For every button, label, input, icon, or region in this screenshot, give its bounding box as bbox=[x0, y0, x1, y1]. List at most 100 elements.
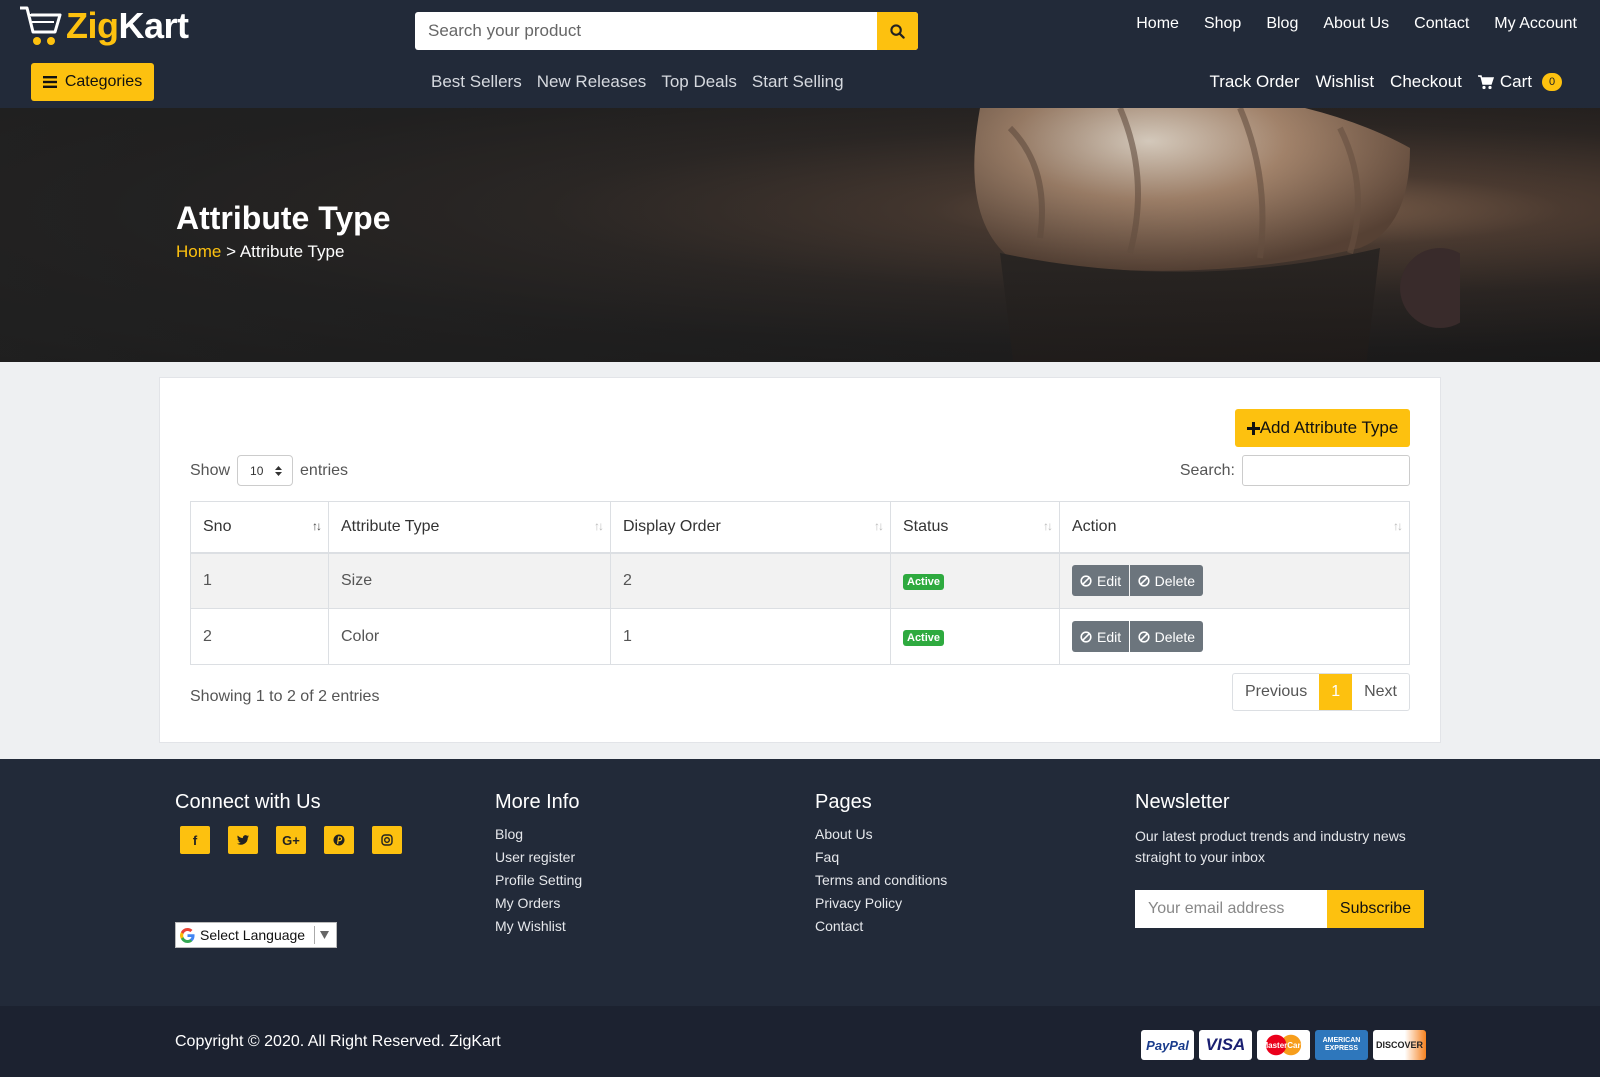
cell-action: Edit Delete bbox=[1059, 608, 1410, 665]
pagination-previous[interactable]: Previous bbox=[1233, 674, 1319, 710]
table-row: 1 Size 2 Active Edit Delete bbox=[190, 552, 1410, 609]
footer-link-about-us[interactable]: About Us bbox=[815, 826, 947, 842]
ban-icon bbox=[1080, 575, 1092, 587]
paypal-card-icon: PayPal bbox=[1141, 1030, 1194, 1060]
cell-sno: 2 bbox=[190, 608, 329, 665]
footer-link-contact[interactable]: Contact bbox=[815, 918, 947, 934]
edit-button[interactable]: Edit bbox=[1072, 565, 1130, 597]
nav-my-account[interactable]: My Account bbox=[1494, 15, 1577, 33]
table-search-input[interactable] bbox=[1242, 455, 1410, 486]
nav-shop[interactable]: Shop bbox=[1204, 15, 1241, 33]
nav-start-selling[interactable]: Start Selling bbox=[752, 72, 844, 92]
categories-button[interactable]: Categories bbox=[31, 63, 154, 101]
mastercard-card-icon: MasterCard bbox=[1257, 1030, 1310, 1060]
footer-bottom-bar: Copyright © 2020. All Right Reserved. Zi… bbox=[0, 1006, 1600, 1077]
footer-newsletter: Newsletter Our latest product trends and… bbox=[1135, 791, 1425, 928]
nav-home[interactable]: Home bbox=[1136, 15, 1179, 33]
footer-link-blog[interactable]: Blog bbox=[495, 826, 582, 842]
nav-about-us[interactable]: About Us bbox=[1323, 15, 1389, 33]
search-button[interactable] bbox=[877, 12, 918, 50]
delete-button[interactable]: Delete bbox=[1129, 565, 1204, 597]
nav-wishlist[interactable]: Wishlist bbox=[1315, 72, 1374, 92]
table-row: 2 Color 1 Active Edit Delete bbox=[190, 608, 1410, 665]
discover-card-icon: DISCOVER bbox=[1373, 1030, 1426, 1060]
nav-contact[interactable]: Contact bbox=[1414, 15, 1469, 33]
nav-best-sellers[interactable]: Best Sellers bbox=[431, 72, 522, 92]
sort-asc-icon: ↑↓ bbox=[312, 519, 322, 533]
nav-blog[interactable]: Blog bbox=[1266, 15, 1298, 33]
pagination-page-1[interactable]: 1 bbox=[1319, 674, 1353, 710]
footer-connect: Connect with Us f G+ Select Language bbox=[175, 791, 402, 948]
footer-link-terms[interactable]: Terms and conditions bbox=[815, 872, 947, 888]
menu-icon bbox=[42, 76, 57, 88]
nav-cart[interactable]: Cart 0 bbox=[1477, 72, 1562, 92]
cell-attribute-type: Color bbox=[328, 608, 611, 665]
cart-icon bbox=[1477, 74, 1494, 89]
subscribe-button[interactable]: Subscribe bbox=[1327, 890, 1424, 928]
ban-icon bbox=[1137, 630, 1150, 643]
sub-nav: Best Sellers New Releases Top Deals Star… bbox=[431, 72, 844, 92]
footer-link-my-wishlist[interactable]: My Wishlist bbox=[495, 918, 582, 934]
entries-select[interactable]: 10 bbox=[237, 455, 294, 486]
column-header-sno[interactable]: Sno ↑↓ bbox=[190, 501, 329, 554]
add-attribute-type-button[interactable]: Add Attribute Type bbox=[1235, 409, 1410, 447]
column-header-status[interactable]: Status ↑↓ bbox=[890, 501, 1060, 554]
search-icon bbox=[890, 23, 905, 39]
more-info-title: More Info bbox=[495, 791, 580, 813]
footer-link-user-register[interactable]: User register bbox=[495, 849, 582, 865]
delete-button[interactable]: Delete bbox=[1129, 621, 1204, 652]
footer-more-info: More Info Blog User register Profile Set… bbox=[495, 791, 582, 941]
connect-title: Connect with Us bbox=[175, 791, 321, 813]
breadcrumb-home[interactable]: Home bbox=[176, 242, 221, 261]
nav-new-releases[interactable]: New Releases bbox=[537, 72, 647, 92]
footer-link-profile-setting[interactable]: Profile Setting bbox=[495, 872, 582, 888]
breadcrumb-separator: > bbox=[226, 242, 237, 261]
payment-methods: PayPal VISA MasterCard AMERICAN EXPRESS … bbox=[1141, 1030, 1426, 1060]
pagination-next[interactable]: Next bbox=[1352, 674, 1409, 710]
copyright-text: Copyright © 2020. All Right Reserved. Zi… bbox=[175, 1033, 501, 1050]
edit-button[interactable]: Edit bbox=[1072, 621, 1130, 652]
language-divider bbox=[314, 926, 316, 944]
cell-attribute-type: Size bbox=[328, 552, 611, 609]
google-plus-icon[interactable]: G+ bbox=[276, 826, 306, 854]
facebook-icon[interactable]: f bbox=[180, 826, 210, 854]
twitter-icon[interactable] bbox=[228, 826, 258, 854]
site-header: ZigKart Home Shop Blog About Us Contact … bbox=[0, 0, 1600, 108]
sort-icon: ↑↓ bbox=[1043, 519, 1053, 533]
newsletter-email-input[interactable] bbox=[1135, 890, 1327, 928]
language-selector[interactable]: Select Language bbox=[175, 922, 337, 948]
sort-icon: ↑↓ bbox=[1393, 519, 1403, 533]
nav-track-order[interactable]: Track Order bbox=[1209, 72, 1299, 92]
google-icon bbox=[180, 927, 195, 943]
page-banner: Attribute Type Home > Attribute Type bbox=[0, 108, 1600, 362]
instagram-icon[interactable] bbox=[372, 826, 402, 854]
cart-label: Cart bbox=[1499, 72, 1532, 91]
cell-status: Active bbox=[890, 608, 1060, 665]
nav-top-deals[interactable]: Top Deals bbox=[661, 72, 737, 92]
newsletter-title: Newsletter bbox=[1135, 791, 1230, 813]
column-header-display-order[interactable]: Display Order ↑↓ bbox=[610, 501, 891, 554]
search-input[interactable] bbox=[415, 12, 877, 50]
status-badge: Active bbox=[903, 629, 945, 646]
pinterest-icon[interactable] bbox=[324, 826, 354, 854]
categories-label: Categories bbox=[64, 73, 143, 90]
ban-icon bbox=[1137, 575, 1150, 587]
column-header-action[interactable]: Action ↑↓ bbox=[1059, 501, 1410, 554]
visa-card-icon: VISA bbox=[1199, 1030, 1252, 1060]
nav-checkout[interactable]: Checkout bbox=[1390, 72, 1462, 92]
cell-sno: 1 bbox=[190, 552, 329, 609]
logo[interactable]: ZigKart bbox=[18, 4, 189, 48]
ban-icon bbox=[1080, 630, 1092, 643]
amex-card-icon: AMERICAN EXPRESS bbox=[1315, 1030, 1368, 1060]
footer-link-my-orders[interactable]: My Orders bbox=[495, 895, 582, 911]
column-header-attribute-type[interactable]: Attribute Type ↑↓ bbox=[328, 501, 611, 554]
plus-icon bbox=[1246, 421, 1260, 435]
dropdown-arrow-icon bbox=[320, 931, 330, 939]
pages-title: Pages bbox=[815, 791, 872, 813]
footer-link-privacy-policy[interactable]: Privacy Policy bbox=[815, 895, 947, 911]
newsletter-form: Subscribe bbox=[1135, 890, 1425, 928]
cell-action: Edit Delete bbox=[1059, 552, 1410, 609]
footer-link-faq[interactable]: Faq bbox=[815, 849, 947, 865]
attribute-type-table: Sno ↑↓ Attribute Type ↑↓ Display Order ↑↓ S… bbox=[190, 501, 1410, 665]
entries-select-value: 10 bbox=[250, 463, 264, 478]
